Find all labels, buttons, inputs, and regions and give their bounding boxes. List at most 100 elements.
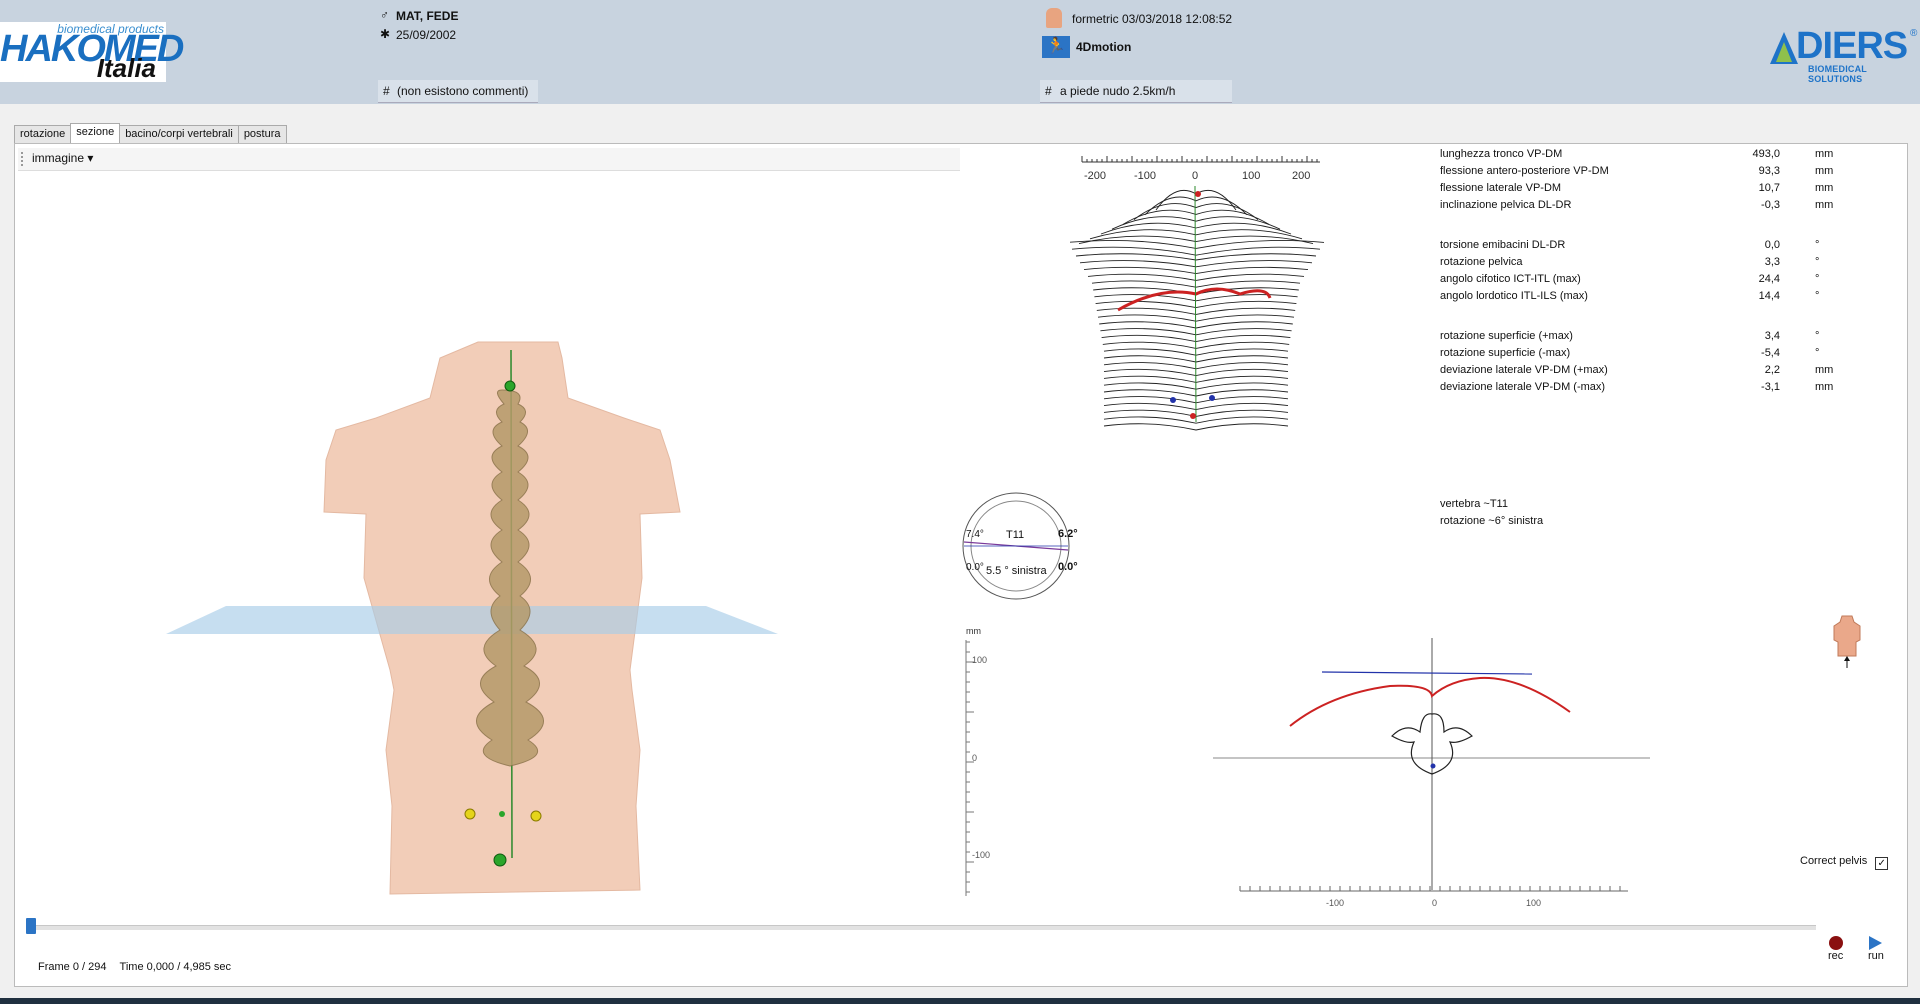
section-x-tick: -100 [1326, 898, 1344, 906]
param-label: flessione antero-posteriore VP-DM [1440, 165, 1609, 177]
time-counter: Time 0,000 / 4,985 sec [119, 961, 232, 973]
dl-marker[interactable] [464, 808, 476, 820]
hakomed-logo: biomedical products HAKOMED Italia [0, 22, 184, 83]
birth-date: 25/09/2002 [396, 28, 457, 42]
rec-label: rec [1828, 950, 1844, 962]
parameter-table: lunghezza tronco VP-DM 493,0 mm flessione … [1440, 148, 1860, 398]
param-label: torsione emibacini DL-DR [1440, 239, 1566, 251]
diers-sub: BIOMEDICAL SOLUTIONS [1808, 64, 1867, 84]
section-y-tick: 0 [972, 753, 977, 763]
param-row: torsione emibacini DL-DR 0,0 ° [1440, 239, 1860, 256]
topo-tick-label: -100 [1134, 170, 1156, 182]
param-value: 10,7 [1758, 182, 1780, 194]
param-row: angolo cifotico ICT-ITL (max) 24,4 ° [1440, 273, 1860, 290]
topo-tick-label: -200 [1084, 170, 1106, 182]
diers-registered: ® [1910, 28, 1918, 39]
topo-tick-label: 100 [1242, 170, 1260, 182]
condition-text: a piede nudo 2.5km/h [1060, 84, 1176, 98]
param-row: inclinazione pelvica DL-DR -0,3 mm [1440, 199, 1860, 216]
param-unit: mm [1815, 381, 1834, 393]
comment-strip[interactable]: # (non esistono commenti) [378, 80, 538, 103]
play-icon [1869, 936, 1883, 950]
rec-button[interactable]: rec [1828, 936, 1843, 962]
person-icon [1046, 8, 1062, 28]
vp-marker[interactable] [504, 380, 516, 392]
param-unit: ° [1815, 239, 1820, 251]
topo-tick-label: 200 [1292, 170, 1310, 182]
param-value: 3,4 [1764, 330, 1780, 342]
vertebra-info: vertebra ~T11 rotazione ~6° sinistra [1440, 496, 1543, 530]
torso-3d-view[interactable] [140, 330, 800, 910]
param-unit: mm [1815, 165, 1834, 177]
section-y-unit: mm [966, 626, 981, 636]
toolbar-grip [21, 152, 25, 166]
param-unit: mm [1815, 364, 1834, 376]
param-label: deviazione laterale VP-DM (-max) [1440, 381, 1606, 393]
logo-sub: Italia [96, 53, 156, 83]
diers-logo: DIERS ® BIOMEDICAL SOLUTIONS [1770, 25, 1920, 84]
run-label: run [1868, 950, 1884, 962]
condition-strip[interactable]: # a piede nudo 2.5km/h [1040, 80, 1232, 103]
compass-right-bottom: 0.0° [1058, 561, 1078, 573]
param-unit: mm [1815, 182, 1834, 194]
timeline-thumb[interactable] [26, 918, 36, 934]
param-value: 14,4 [1758, 290, 1780, 302]
param-value: -0,3 [1761, 199, 1780, 211]
mode-label: 4Dmotion [1076, 40, 1132, 54]
param-value: 493,0 [1752, 148, 1780, 160]
param-row: rotazione superficie (+max) 3,4 ° [1440, 330, 1860, 347]
param-row: angolo lordotico ITL-ILS (max) 14,4 ° [1440, 290, 1860, 307]
param-unit: ° [1815, 273, 1820, 285]
param-label: flessione laterale VP-DM [1440, 182, 1562, 194]
section-x-tick: 0 [1432, 898, 1437, 906]
motion-icon: 🏃 [1042, 36, 1070, 58]
comment-text: (non esistono commenti) [397, 84, 529, 98]
topography-view: -200 -100 0 100 200 [1070, 156, 1325, 431]
param-row: deviazione laterale VP-DM (-max) -3,1 mm [1440, 381, 1860, 398]
param-row: flessione laterale VP-DM 10,7 mm [1440, 182, 1860, 199]
section-y-tick: -100 [972, 850, 990, 860]
param-unit: ° [1815, 290, 1820, 302]
patient-name: MAT, FEDE [396, 9, 459, 23]
correct-pelvis-label: Correct pelvis [1800, 855, 1868, 867]
param-value: 2,2 [1764, 364, 1780, 376]
param-label: angolo cifotico ICT-ITL (max) [1440, 273, 1581, 285]
rotation-line: rotazione ~6° sinistra [1440, 515, 1544, 527]
param-label: inclinazione pelvica DL-DR [1440, 199, 1572, 211]
correct-pelvis-control[interactable]: Correct pelvis ✓ [1800, 855, 1889, 870]
param-value: 24,4 [1758, 273, 1780, 285]
param-value: 3,3 [1764, 256, 1780, 268]
run-button[interactable]: run [1868, 936, 1884, 962]
compass-right-top: 6.2° [1058, 528, 1078, 540]
taskbar-edge [0, 998, 1920, 1004]
rotation-compass: T11 7.4° 6.2° 0.0° 5.5 ° sinistra 0.0° [962, 492, 1078, 600]
record-icon [1828, 936, 1843, 950]
dr-marker[interactable] [530, 810, 542, 822]
param-unit: mm [1815, 199, 1834, 211]
param-row: flessione antero-posteriore VP-DM 93,3 mm [1440, 165, 1860, 182]
diers-brand: DIERS [1796, 25, 1908, 67]
vertebra-line: vertebra ~T11 [1440, 498, 1508, 510]
frame-info: Frame 0 / 294 Time 0,000 / 4,985 sec [38, 961, 231, 973]
torso-icon [1833, 615, 1861, 668]
section-chart: mm 100 0 -100 -100 0 100 [965, 626, 1650, 906]
birth-icon: ✱ [380, 27, 391, 41]
param-value: 0,0 [1764, 239, 1780, 251]
comment-hash-icon: # [383, 84, 390, 98]
param-row: deviazione laterale VP-DM (+max) 2,2 mm [1440, 364, 1860, 381]
dm-marker[interactable] [493, 853, 507, 867]
param-label: deviazione laterale VP-DM (+max) [1440, 364, 1608, 376]
device-info: formetric 03/03/2018 12:08:52 [1072, 12, 1233, 26]
image-dropdown[interactable]: immagine ▾ [32, 151, 93, 165]
compass-left-bottom: 0.0° [966, 562, 984, 573]
param-label: lunghezza tronco VP-DM [1440, 148, 1563, 160]
header-bar: biomedical products HAKOMED Italia ♂ MAT… [0, 0, 1920, 104]
frame-counter: Frame 0 / 294 [38, 961, 107, 973]
mid-marker[interactable] [499, 811, 505, 817]
compass-caption: 5.5 ° sinistra [986, 565, 1048, 577]
correct-pelvis-checkbox[interactable]: ✓ [1875, 857, 1889, 870]
param-label: angolo lordotico ITL-ILS (max) [1440, 290, 1588, 302]
param-label: rotazione superficie (-max) [1440, 347, 1571, 359]
timeline-track[interactable] [30, 925, 1816, 930]
param-value: -5,4 [1761, 347, 1780, 359]
